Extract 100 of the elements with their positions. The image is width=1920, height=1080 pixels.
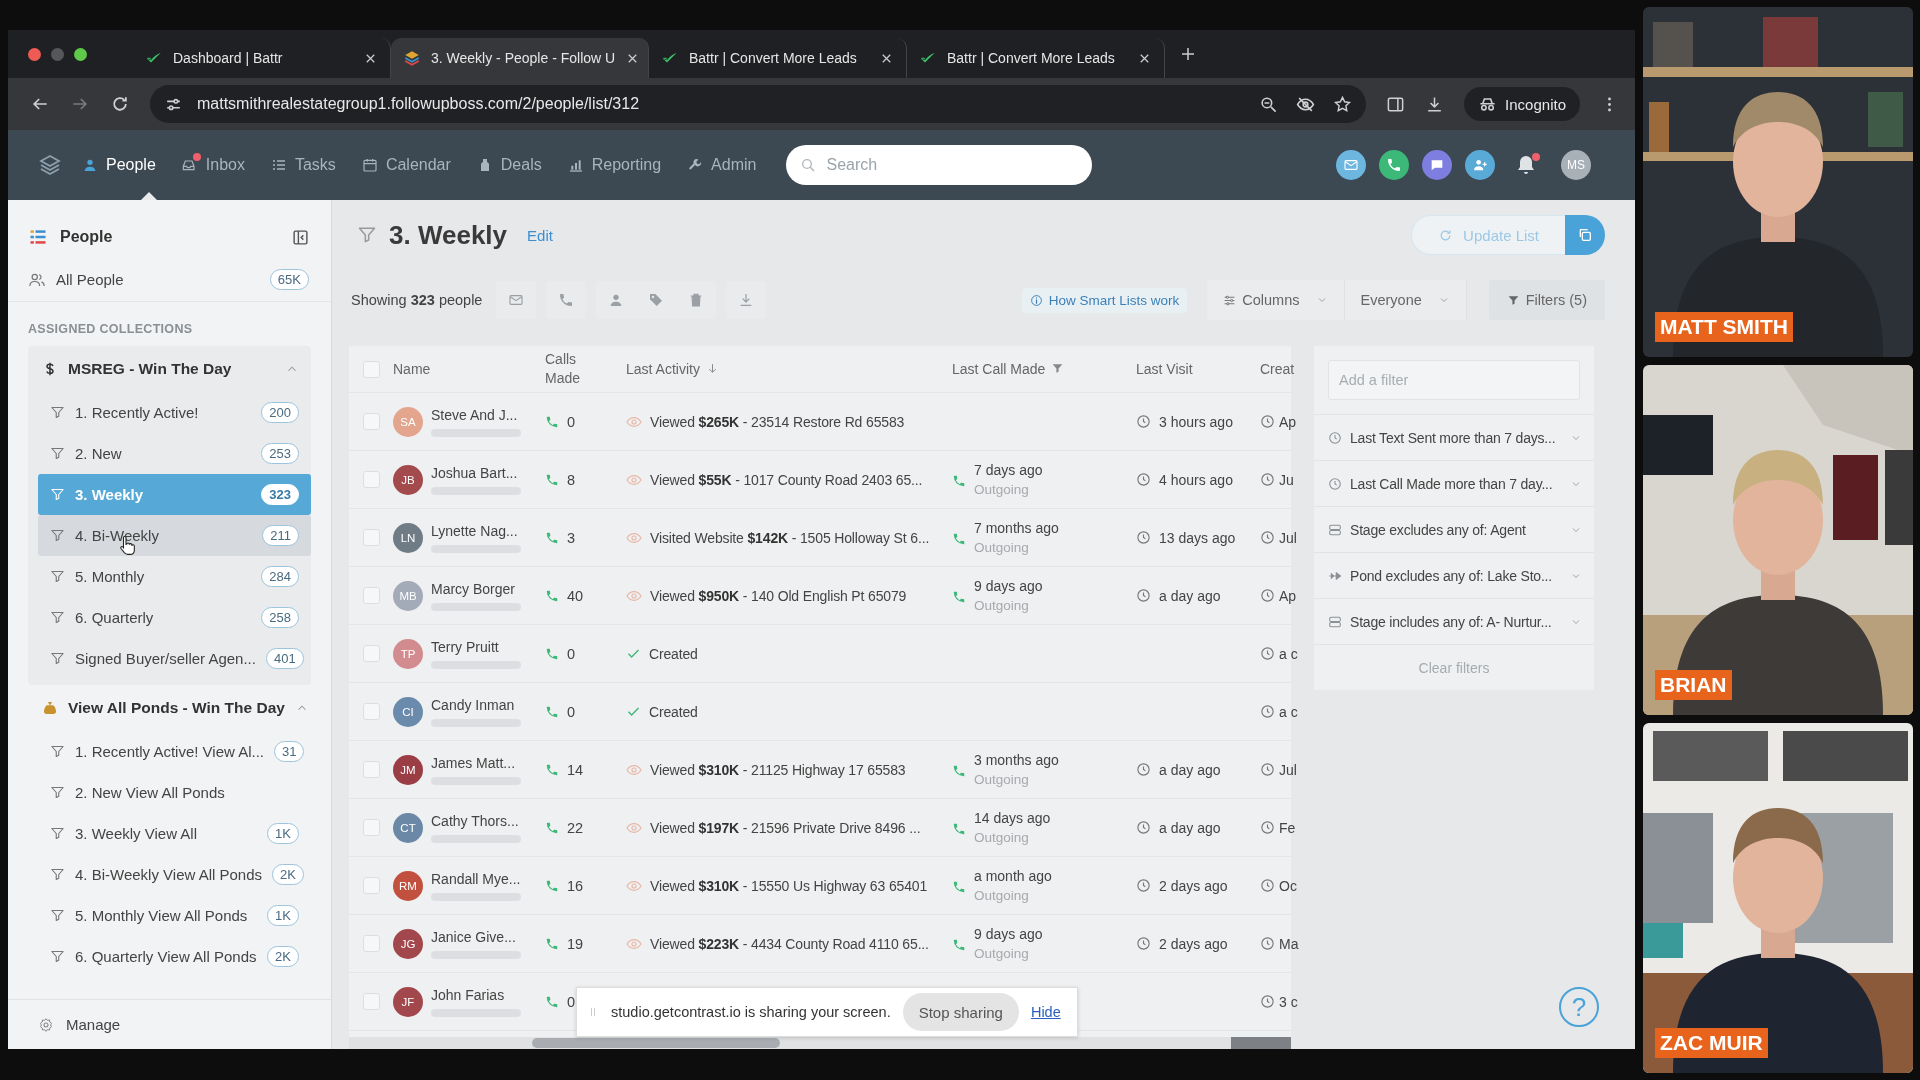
filter-item[interactable]: Last Text Sent more than 7 days...: [1314, 414, 1594, 460]
sidebar-item[interactable]: 5. Monthly View All Ponds 1K: [38, 895, 311, 936]
person-name-link[interactable]: Joshua Bart...: [431, 464, 521, 481]
phone-icon: [952, 822, 966, 836]
reload-icon[interactable]: [110, 94, 130, 114]
owner-dropdown[interactable]: Everyone: [1344, 280, 1467, 320]
visit-time: 13 days ago: [1159, 529, 1236, 546]
column-header[interactable]: Creat: [1260, 359, 1295, 379]
filters-button[interactable]: Filters (5): [1488, 280, 1605, 320]
row-checkbox[interactable]: [362, 935, 380, 952]
row-checkbox[interactable]: [362, 529, 380, 546]
zoom-icon[interactable]: [1259, 94, 1279, 114]
quick-action-button[interactable]: [1422, 150, 1452, 180]
side-panel-icon[interactable]: [1386, 94, 1406, 114]
filter-item[interactable]: Pond excludes any of: Lake Sto...: [1314, 552, 1594, 598]
manage-link[interactable]: Manage: [8, 999, 331, 1049]
stacked-layers-logo-icon[interactable]: [38, 153, 62, 177]
new-tab-icon[interactable]: [1179, 45, 1197, 63]
info-icon: [1029, 293, 1043, 307]
copy-button[interactable]: [1565, 215, 1605, 255]
stop-sharing-button[interactable]: Stop sharing: [902, 993, 1019, 1031]
person-name-link[interactable]: Candy Inman: [431, 696, 521, 713]
person-name-link[interactable]: Terry Pruitt: [431, 638, 521, 655]
row-checkbox[interactable]: [362, 413, 380, 430]
person-name-link[interactable]: Lynette Nag...: [431, 522, 521, 539]
row-checkbox[interactable]: [362, 587, 380, 604]
row-checkbox[interactable]: [362, 993, 380, 1010]
filter-icon: [50, 446, 65, 461]
nav-item[interactable]: People: [82, 130, 156, 200]
phone-icon: [545, 530, 559, 545]
nav-item[interactable]: Inbox: [181, 130, 245, 200]
window-minimize-button[interactable]: [51, 47, 64, 61]
column-header[interactable]: Last Visit: [1136, 359, 1193, 379]
person-name-link[interactable]: James Matt...: [431, 754, 521, 771]
sidebar-item[interactable]: Signed Buyer/seller Agen... 401: [38, 638, 311, 679]
collection-header[interactable]: MSREG - Win The Day: [28, 346, 311, 392]
activity-text: Viewed $55K - 1017 County Road 2403 65...: [650, 471, 923, 488]
row-checkbox[interactable]: [362, 471, 380, 488]
call-time: a month ago: [974, 868, 1052, 884]
row-checkbox[interactable]: [362, 645, 380, 662]
banner-text: studio.getcontrast.io is sharing your screen.: [611, 1004, 891, 1020]
search-field[interactable]: Search: [786, 145, 1093, 185]
clock-icon: [1328, 476, 1342, 491]
person-name-link[interactable]: Steve And J...: [431, 406, 521, 423]
tab-title: Battr | Convert More Leads: [947, 50, 1116, 66]
sidebar-item[interactable]: 4. Bi-Weekly 211: [38, 515, 311, 556]
sidebar-item[interactable]: 6. Quarterly View All Ponds 2K: [38, 936, 311, 977]
nav-item[interactable]: Calendar: [361, 130, 451, 200]
quick-action-button[interactable]: [1336, 150, 1366, 180]
person-name-link[interactable]: John Farias: [431, 986, 521, 1003]
horizontal-scrollbar[interactable]: [349, 1037, 1291, 1049]
sidebar-item[interactable]: 1. Recently Active! 200: [38, 392, 311, 433]
add-filter-field[interactable]: Add a filter: [1328, 360, 1580, 400]
count-badge: 1K: [267, 823, 299, 844]
nav-item[interactable]: Admin: [687, 130, 757, 200]
count-badge: 323: [261, 484, 299, 505]
help-link[interactable]: How Smart Lists work: [1021, 287, 1188, 313]
column-header[interactable]: Name: [393, 359, 431, 379]
row-checkbox[interactable]: [362, 703, 380, 720]
nav-item[interactable]: Deals: [476, 130, 542, 200]
nav-item[interactable]: Reporting: [567, 130, 662, 200]
person-name-link[interactable]: Marcy Borger: [431, 580, 521, 597]
sidebar-item[interactable]: 2. New View All Ponds: [38, 772, 311, 813]
sidebar-item[interactable]: All People 65K: [8, 258, 331, 302]
person-name-link[interactable]: Randall Mye...: [431, 870, 521, 887]
nav-item[interactable]: Tasks: [270, 130, 336, 200]
visit-time: 2 days ago: [1159, 935, 1228, 952]
sidebar-item[interactable]: 6. Quarterly 258: [38, 597, 311, 638]
filter-item[interactable]: Last Call Made more than 7 day...: [1314, 460, 1594, 506]
collapse-panel-icon[interactable]: [292, 228, 309, 246]
sidebar-item[interactable]: 3. Weekly View All 1K: [38, 813, 311, 854]
address-field[interactable]: mattsmithrealestategroup1.followupboss.com/2/people/list/312: [150, 85, 1367, 123]
row-checkbox[interactable]: [362, 877, 380, 894]
collection-header[interactable]: View All Ponds - Win The Day: [28, 685, 311, 731]
sidebar-item[interactable]: 3. Weekly 323: [38, 474, 311, 515]
column-header[interactable]: Last Activity: [626, 359, 719, 379]
hide-link[interactable]: Hide: [1030, 1004, 1061, 1020]
incognito-badge[interactable]: Incognito: [1464, 87, 1580, 121]
filter-item[interactable]: Stage excludes any of: Agent: [1314, 506, 1594, 552]
column-header[interactable]: Last Call Made: [952, 359, 1065, 379]
bookmark-star-icon[interactable]: [1333, 94, 1353, 114]
browser-tab[interactable]: 3. Weekly - People - Follow U: [391, 38, 649, 78]
row-checkbox[interactable]: [362, 819, 380, 836]
select-all-checkbox[interactable]: [362, 360, 380, 378]
window-close-button[interactable]: [28, 47, 41, 61]
call-time: 7 days ago: [974, 462, 1043, 478]
quick-action-button[interactable]: [1379, 150, 1409, 180]
person-name-link[interactable]: Cathy Thors...: [431, 812, 521, 829]
sidebar-item[interactable]: 5. Monthly 284: [38, 556, 311, 597]
column-header[interactable]: Calls Made: [545, 350, 585, 388]
sidebar-item[interactable]: 4. Bi-Weekly View All Ponds 2K: [38, 854, 311, 895]
row-checkbox[interactable]: [362, 761, 380, 778]
person-name-link[interactable]: Janice Give...: [431, 928, 521, 945]
quick-action-button[interactable]: [1465, 150, 1495, 180]
sidebar-item[interactable]: 1. Recently Active! View Al... 31: [38, 731, 311, 772]
filter-item[interactable]: Stage includes any of: A- Nurtur...: [1314, 598, 1594, 644]
sidebar-item[interactable]: 2. New 253: [38, 433, 311, 474]
window-maximize-button[interactable]: [74, 47, 87, 61]
created-date: Ma: [1279, 935, 1299, 952]
columns-dropdown[interactable]: Columns: [1207, 280, 1345, 320]
